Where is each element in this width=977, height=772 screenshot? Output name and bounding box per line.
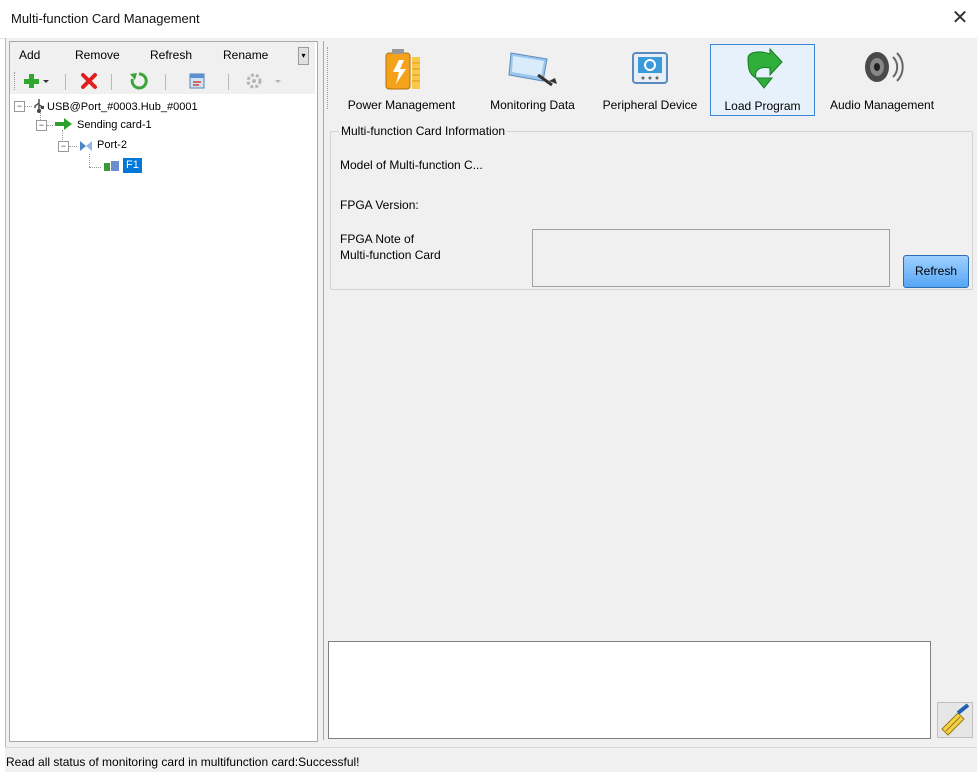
tree-connector xyxy=(47,125,53,126)
status-text: Read all status of monitoring card in mu… xyxy=(6,755,360,769)
broom-icon xyxy=(941,703,970,736)
tree-expander[interactable]: − xyxy=(58,141,69,152)
monitoring-data-button[interactable]: Monitoring Data xyxy=(474,44,591,114)
module-bar-grip xyxy=(327,47,330,109)
refresh-button[interactable]: Refresh xyxy=(903,255,969,288)
monitor-icon xyxy=(503,47,563,94)
tree-leaf-selected[interactable]: F1 xyxy=(123,158,142,173)
close-button[interactable]: ✕ xyxy=(947,6,973,32)
fpga-version-label: FPGA Version: xyxy=(340,198,419,212)
menu-rename[interactable]: Rename xyxy=(223,48,268,62)
group-title: Multi-function Card Information xyxy=(339,124,508,138)
log-output[interactable] xyxy=(328,641,931,739)
tree-sending-card-label[interactable]: Sending card-1 xyxy=(77,117,152,133)
tree-port-label[interactable]: Port-2 xyxy=(97,137,127,153)
tree-root-label[interactable]: USB@Port_#0003.Hub_#0001 xyxy=(47,99,198,115)
tree-connector xyxy=(89,154,90,167)
speaker-icon xyxy=(857,47,907,94)
toolbar-separator xyxy=(228,74,229,90)
tree-expander[interactable]: − xyxy=(14,101,25,112)
menu-refresh[interactable]: Refresh xyxy=(150,48,192,62)
power-management-button[interactable]: Power Management xyxy=(336,44,467,114)
refresh-icon[interactable] xyxy=(129,71,149,91)
power-management-label: Power Management xyxy=(347,98,456,112)
delete-icon[interactable] xyxy=(79,71,99,91)
toolbar-separator xyxy=(65,74,66,90)
load-program-label: Load Program xyxy=(724,99,801,113)
toolbar-separator xyxy=(111,74,112,90)
model-label: Model of Multi-function C... xyxy=(340,158,483,172)
audio-management-button[interactable]: Audio Management xyxy=(816,44,948,114)
menu-add[interactable]: Add xyxy=(19,48,40,62)
window-title: Multi-function Card Management xyxy=(11,11,200,26)
tree-expander[interactable]: − xyxy=(36,120,47,131)
toolbar-separator xyxy=(165,74,166,90)
multifunction-card-icon xyxy=(103,159,121,173)
monitoring-data-label: Monitoring Data xyxy=(490,98,575,112)
fpga-note-field[interactable] xyxy=(532,229,890,287)
device-tree xyxy=(10,96,315,736)
menu-remove[interactable]: Remove xyxy=(75,48,120,62)
fpga-note-label-line1: FPGA Note of xyxy=(340,232,415,246)
fpga-note-label-line2: Multi-function Card xyxy=(340,248,441,262)
clear-log-button[interactable] xyxy=(937,702,973,738)
peripheral-device-label: Peripheral Device xyxy=(602,98,698,112)
properties-icon[interactable] xyxy=(187,71,207,91)
settings-icon[interactable] xyxy=(245,71,285,91)
battery-icon xyxy=(380,47,424,94)
toolbar-grip xyxy=(14,72,17,90)
download-arrow-icon xyxy=(740,47,786,95)
peripheral-device-button[interactable]: Peripheral Device xyxy=(589,44,711,114)
load-program-button[interactable]: Load Program xyxy=(710,44,815,116)
usb-icon xyxy=(32,98,46,114)
tree-connector xyxy=(25,106,32,107)
audio-management-label: Audio Management xyxy=(829,98,935,112)
add-icon[interactable] xyxy=(22,71,49,91)
menu-overflow-button[interactable]: ▾ xyxy=(298,47,309,65)
tree-connector xyxy=(89,167,101,168)
device-icon xyxy=(625,47,675,94)
tree-connector xyxy=(69,146,77,147)
port-icon xyxy=(78,138,94,154)
sending-card-icon xyxy=(54,117,74,131)
